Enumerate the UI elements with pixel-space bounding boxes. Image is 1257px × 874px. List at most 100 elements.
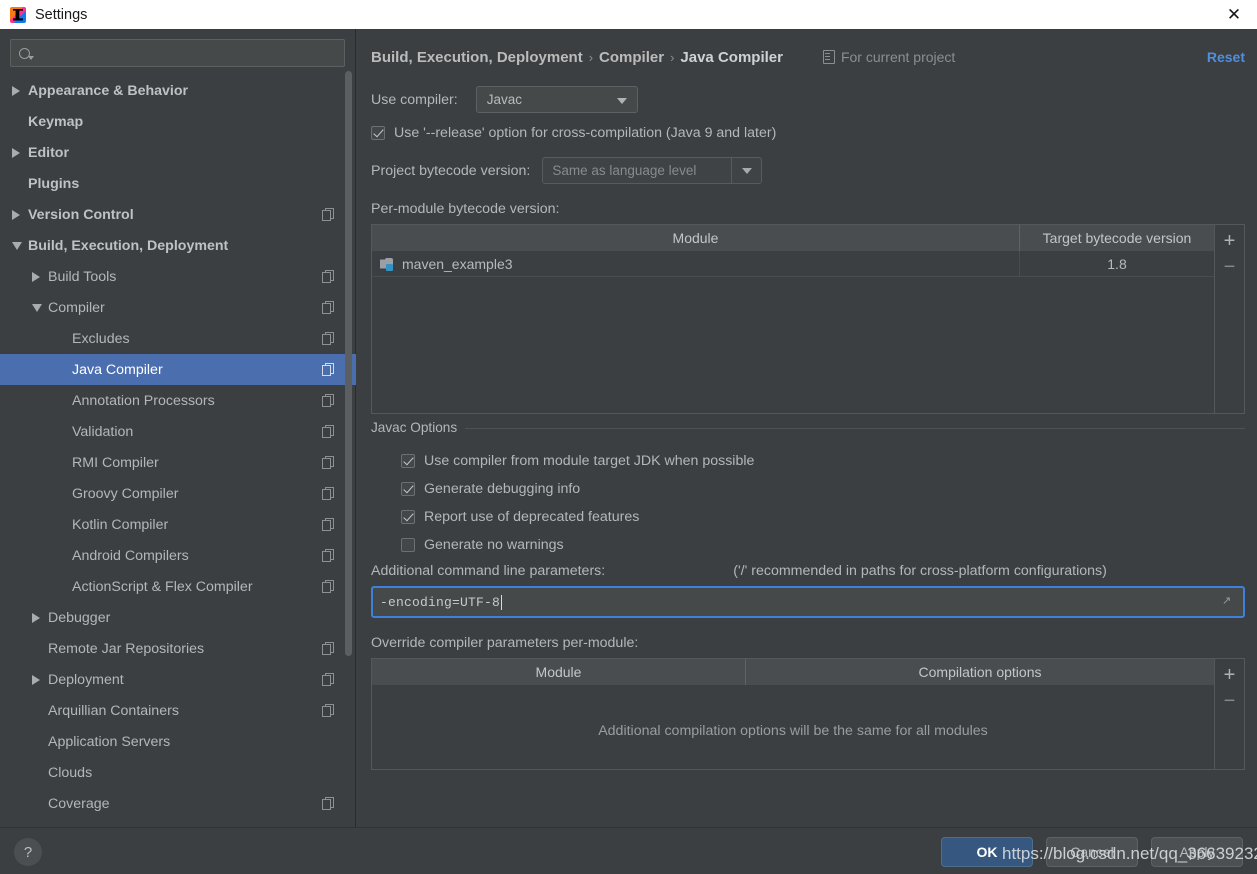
copy-settings-icon[interactable] <box>322 518 335 531</box>
search-input[interactable] <box>36 45 337 61</box>
ok-button[interactable]: OK <box>941 837 1033 867</box>
settings-dialog: Settings ✕ Appearance & Behavior Keymap Ed… <box>0 0 1257 874</box>
sidebar-item-deployment[interactable]: Deployment <box>0 664 356 695</box>
project-bytecode-select[interactable]: Same as language level <box>542 157 763 184</box>
javac-option-checkbox[interactable] <box>401 510 415 524</box>
breadcrumb-item[interactable]: Java Compiler <box>680 49 783 66</box>
cell-target-version[interactable]: 1.8 <box>1020 251 1214 276</box>
breadcrumb-item[interactable]: Build, Execution, Deployment <box>371 49 583 66</box>
sidebar-item-build-execution-deployment[interactable]: Build, Execution, Deployment <box>0 230 356 261</box>
sidebar-item-arquillian-containers[interactable]: Arquillian Containers <box>0 695 356 726</box>
sidebar-item-rmi-compiler[interactable]: RMI Compiler <box>0 447 356 478</box>
javac-option-checkbox[interactable] <box>401 538 415 552</box>
sidebar-item-label: Remote Jar Repositories <box>48 640 205 657</box>
copy-settings-icon[interactable] <box>322 642 335 655</box>
add-override-button[interactable]: + <box>1217 662 1243 688</box>
chevron-down-icon[interactable] <box>32 303 48 312</box>
sidebar-item-editor[interactable]: Editor <box>0 137 356 168</box>
sidebar-item-remote-jar-repositories[interactable]: Remote Jar Repositories <box>0 633 356 664</box>
javac-option-row[interactable]: Generate debugging info <box>401 481 1245 497</box>
javac-option-row[interactable]: Generate no warnings <box>401 537 1245 553</box>
search-box[interactable] <box>10 39 345 67</box>
remove-module-button[interactable]: − <box>1217 254 1243 280</box>
remove-override-button[interactable]: − <box>1217 688 1243 714</box>
settings-tree[interactable]: Appearance & Behavior Keymap Editor Plugins… <box>0 75 356 827</box>
copy-settings-icon[interactable] <box>322 301 335 314</box>
chevron-right-icon[interactable] <box>12 209 28 220</box>
project-bytecode-value: Same as language level <box>552 163 697 178</box>
copy-settings-icon[interactable] <box>322 456 335 469</box>
breadcrumb-item[interactable]: Compiler <box>599 49 664 66</box>
sidebar-item-java-compiler[interactable]: Java Compiler <box>0 354 356 385</box>
release-option-row[interactable]: Use '--release' option for cross-compila… <box>371 125 1245 141</box>
javac-option-label: Generate debugging info <box>424 481 581 497</box>
header-row: Build, Execution, Deployment › Compiler › Ja… <box>371 43 1245 71</box>
chevron-right-icon[interactable] <box>12 147 28 158</box>
chevron-right-icon[interactable] <box>32 271 48 282</box>
use-compiler-label: Use compiler: <box>371 91 458 108</box>
copy-settings-icon[interactable] <box>322 704 335 717</box>
sidebar-item-label: Build Tools <box>48 268 117 285</box>
sidebar-item-compiler[interactable]: Compiler <box>0 292 356 323</box>
chevron-down-icon <box>616 97 627 104</box>
apply-button[interactable]: Apply <box>1151 837 1243 867</box>
scope-label: For current project <box>840 49 956 65</box>
close-icon[interactable]: ✕ <box>1211 0 1257 29</box>
sidebar-item-android-compilers[interactable]: Android Compilers <box>0 540 356 571</box>
help-button[interactable]: ? <box>14 838 42 866</box>
module-table-rows[interactable]: maven_example3 1.8 <box>372 251 1214 277</box>
column-header-module[interactable]: Module <box>372 659 746 685</box>
sidebar-scrollbar[interactable] <box>345 71 352 656</box>
javac-option-row[interactable]: Use compiler from module target JDK when… <box>401 453 1245 469</box>
sidebar-item-actionscript-flex-compiler[interactable]: ActionScript & Flex Compiler <box>0 571 356 602</box>
breadcrumb[interactable]: Build, Execution, Deployment › Compiler › Ja… <box>371 49 783 66</box>
sidebar-item-keymap[interactable]: Keymap <box>0 106 356 137</box>
copy-settings-icon[interactable] <box>322 332 335 345</box>
chevron-right-icon[interactable] <box>32 612 48 623</box>
sidebar-item-label: Excludes <box>72 330 130 347</box>
copy-settings-icon[interactable] <box>322 580 335 593</box>
chevron-right-icon[interactable] <box>32 674 48 685</box>
sidebar-item-groovy-compiler[interactable]: Groovy Compiler <box>0 478 356 509</box>
javac-option-checkbox[interactable] <box>401 482 415 496</box>
expand-icon[interactable]: ↗ <box>1222 595 1235 608</box>
sidebar-item-appearance-behavior[interactable]: Appearance & Behavior <box>0 75 356 106</box>
copy-settings-icon[interactable] <box>322 487 335 500</box>
javac-option-row[interactable]: Report use of deprecated features <box>401 509 1245 525</box>
sidebar-item-annotation-processors[interactable]: Annotation Processors <box>0 385 356 416</box>
sidebar-item-plugins[interactable]: Plugins <box>0 168 356 199</box>
cancel-button[interactable]: Cancel <box>1046 837 1138 867</box>
sidebar-item-clouds[interactable]: Clouds <box>0 757 356 788</box>
sidebar-item-application-servers[interactable]: Application Servers <box>0 726 356 757</box>
sidebar-item-kotlin-compiler[interactable]: Kotlin Compiler <box>0 509 356 540</box>
chevron-down-icon[interactable] <box>12 241 28 250</box>
column-header-compilation-options[interactable]: Compilation options <box>746 659 1214 685</box>
sidebar-item-label: Coverage <box>48 795 110 812</box>
sidebar-item-build-tools[interactable]: Build Tools <box>0 261 356 292</box>
copy-settings-icon[interactable] <box>322 797 335 810</box>
column-header-module[interactable]: Module <box>372 225 1020 251</box>
copy-settings-icon[interactable] <box>322 208 335 221</box>
copy-settings-icon[interactable] <box>322 363 335 376</box>
sidebar-item-version-control[interactable]: Version Control <box>0 199 356 230</box>
sidebar-item-excludes[interactable]: Excludes <box>0 323 356 354</box>
sidebar-item-debugger[interactable]: Debugger <box>0 602 356 633</box>
javac-option-checkbox[interactable] <box>401 454 415 468</box>
use-compiler-value: Javac <box>486 92 523 107</box>
table-row[interactable]: maven_example3 1.8 <box>372 251 1214 277</box>
copy-settings-icon[interactable] <box>322 673 335 686</box>
add-module-button[interactable]: + <box>1217 228 1243 254</box>
copy-settings-icon[interactable] <box>322 270 335 283</box>
sidebar-item-validation[interactable]: Validation <box>0 416 356 447</box>
additional-params-input[interactable]: -encoding=UTF-8 ↗ <box>371 586 1245 618</box>
use-compiler-select[interactable]: Javac <box>475 86 638 113</box>
copy-settings-icon[interactable] <box>322 425 335 438</box>
copy-settings-icon[interactable] <box>322 394 335 407</box>
chevron-down-icon[interactable] <box>731 158 761 183</box>
reset-link[interactable]: Reset <box>1207 49 1245 65</box>
copy-settings-icon[interactable] <box>322 549 335 562</box>
sidebar-item-coverage[interactable]: Coverage <box>0 788 356 819</box>
release-option-checkbox[interactable] <box>371 126 385 140</box>
column-header-target-bytecode[interactable]: Target bytecode version <box>1020 225 1214 251</box>
chevron-right-icon[interactable] <box>12 85 28 96</box>
